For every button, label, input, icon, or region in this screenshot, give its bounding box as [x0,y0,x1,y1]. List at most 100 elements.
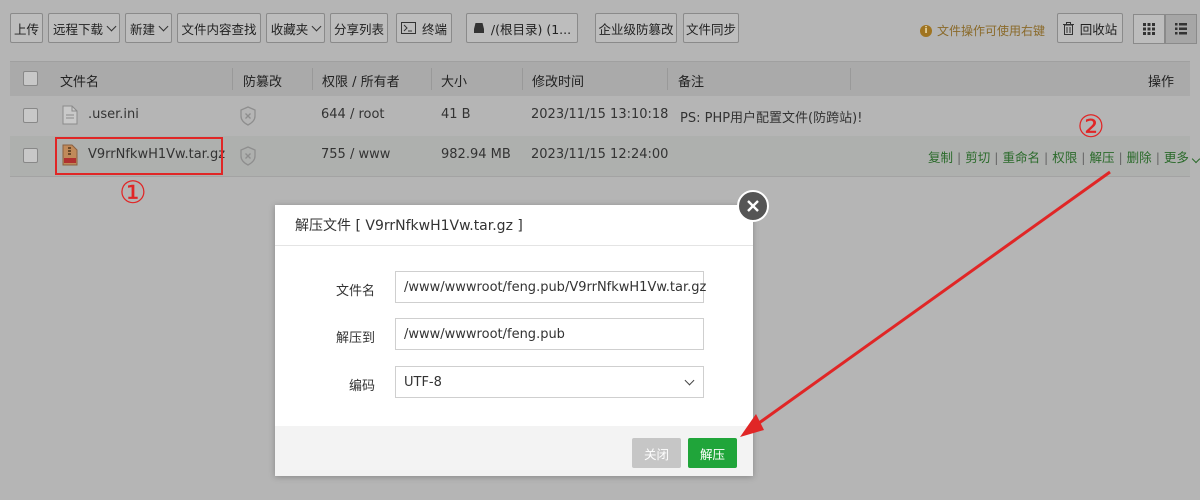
step-2-marker: ② [1077,109,1105,145]
root-path-label: /(根目录) (1... [490,21,572,37]
row-actions: 复制 | 剪切 | 重命名 | 权限 | 解压 | 删除 | 更多 [928,147,1200,166]
unzip-button[interactable]: 解压 [688,438,737,468]
row-checkbox[interactable] [23,108,38,123]
terminal-button[interactable]: 终端 [396,13,452,43]
copy-action[interactable]: 复制 [928,150,953,165]
action-separator: | [957,150,962,165]
select-all-checkbox[interactable] [23,71,38,86]
chevron-down-icon [311,21,322,31]
highlight-box [55,137,223,175]
upload-button[interactable]: 上传 [10,13,43,43]
column-divider [522,68,523,90]
share-list-label: 分享列表 [333,21,384,37]
file-permission[interactable]: 644 / root [321,107,385,122]
column-divider [667,68,668,90]
recycle-bin-button[interactable]: 回收站 [1057,13,1123,43]
action-separator: | [994,150,999,165]
target-path-value: /www/wwwroot/feng.pub [404,326,565,342]
tip-text: 文件操作可使用右键 [937,24,1046,38]
filename-value: /www/wwwroot/feng.pub/V9rrNfkwH1Vw.tar.g… [404,279,707,295]
grid-view-button[interactable] [1133,14,1165,44]
terminal-label: 终端 [421,21,447,37]
toolbar: 上传 远程下载 新建 文件内容查找 收藏夹 分享列表 终端 /(根目录) (1.… [0,0,1200,60]
chevron-down-icon [106,21,117,31]
dialog-header: 解压文件 [ V9rrNfkwH1Vw.tar.gz ] [275,205,753,246]
step-1-marker: ① [119,175,147,211]
column-divider [312,68,313,90]
content-search-button[interactable]: 文件内容查找 [177,13,261,43]
share-list-button[interactable]: 分享列表 [330,13,388,43]
file-modified-time: 2023/11/15 13:10:18 [531,107,669,122]
terminal-icon [400,22,416,34]
shield-icon[interactable] [239,106,257,126]
file-sync-label: 文件同步 [685,21,736,37]
enterprise-tamper-button[interactable]: 企业级防篡改 [595,13,677,43]
action-separator: | [1118,150,1123,165]
file-modified-time: 2023/11/15 12:24:00 [531,147,669,162]
right-click-tip: i 文件操作可使用右键 [920,22,1045,39]
content-search-label: 文件内容查找 [181,21,257,37]
close-button-label: 关闭 [643,446,669,462]
encoding-value: UTF-8 [404,374,442,390]
delete-action[interactable]: 删除 [1127,150,1152,165]
header-permission-owner[interactable]: 权限 / 所有者 [322,71,400,90]
new-label: 新建 [129,21,155,37]
recycle-bin-label: 回收站 [1079,21,1118,37]
file-note[interactable]: PS: PHP用户配置文件(防跨站)! [680,107,862,126]
header-tamper: 防篡改 [243,75,283,90]
column-divider [850,68,851,90]
unzip-action[interactable]: 解压 [1089,150,1114,165]
favorites-label: 收藏夹 [270,21,309,37]
upload-label: 上传 [13,21,39,37]
chevron-down-icon [158,21,169,31]
file-table-header: 文件名 防篡改 权限 / 所有者 大小 修改时间 备注 操作 [10,61,1190,96]
rename-action[interactable]: 重命名 [1002,150,1040,165]
column-divider [232,68,233,90]
file-name[interactable]: .user.ini [88,107,139,122]
permission-action[interactable]: 权限 [1052,150,1077,165]
close-button[interactable]: 关闭 [632,438,681,468]
target-path-label: 解压到 [335,331,375,346]
filename-input[interactable]: /www/wwwroot/feng.pub/V9rrNfkwH1Vw.tar.g… [395,271,707,303]
action-separator: | [1081,150,1086,165]
encoding-select[interactable]: UTF-8 [395,366,704,398]
chevron-down-icon [1191,154,1200,164]
enterprise-tamper-label: 企业级防篡改 [598,21,674,37]
remote-download-button[interactable]: 远程下载 [48,13,120,43]
trash-icon [1062,21,1074,35]
new-button[interactable]: 新建 [125,13,172,43]
list-view-icon [1175,23,1187,35]
unzip-button-label: 解压 [699,446,725,462]
dialog-title: 解压文件 [ V9rrNfkwH1Vw.tar.gz ] [295,218,523,234]
info-icon: i [920,24,932,37]
list-view-button[interactable] [1165,14,1197,44]
dialog-footer: 关闭 解压 [275,426,753,476]
file-permission[interactable]: 755 / www [321,147,390,162]
unzip-dialog: 解压文件 [ V9rrNfkwH1Vw.tar.gz ] 文件名 /www/ww… [275,205,753,476]
header-size[interactable]: 大小 [441,71,467,90]
column-divider [431,68,432,90]
remote-download-label: 远程下载 [52,21,103,37]
more-action[interactable]: 更多 [1164,150,1189,165]
root-path-button[interactable]: /(根目录) (1... [466,13,578,43]
favorites-button[interactable]: 收藏夹 [266,13,325,43]
action-separator: | [1155,150,1160,165]
header-modified-time[interactable]: 修改时间 [532,71,584,90]
cut-action[interactable]: 剪切 [965,150,990,165]
dialog-close-icon[interactable] [737,190,769,222]
filename-label: 文件名 [335,284,375,299]
file-sync-button[interactable]: 文件同步 [683,13,739,43]
table-row[interactable]: .user.ini 644 / root 41 B 2023/11/15 13:… [10,96,1190,137]
shield-icon[interactable] [239,146,257,166]
file-size: 41 B [441,107,471,122]
target-path-input[interactable]: /www/wwwroot/feng.pub [395,318,704,350]
file-icon [62,105,78,125]
disk-icon [473,23,484,33]
encoding-label: 编码 [348,379,375,394]
close-icon [747,200,759,212]
row-checkbox[interactable] [23,148,38,163]
dialog-body: 文件名 /www/wwwroot/feng.pub/V9rrNfkwH1Vw.t… [275,246,753,426]
header-filename[interactable]: 文件名 [60,71,99,90]
header-note: 备注 [678,75,705,90]
header-actions: 操作 [1148,75,1175,90]
